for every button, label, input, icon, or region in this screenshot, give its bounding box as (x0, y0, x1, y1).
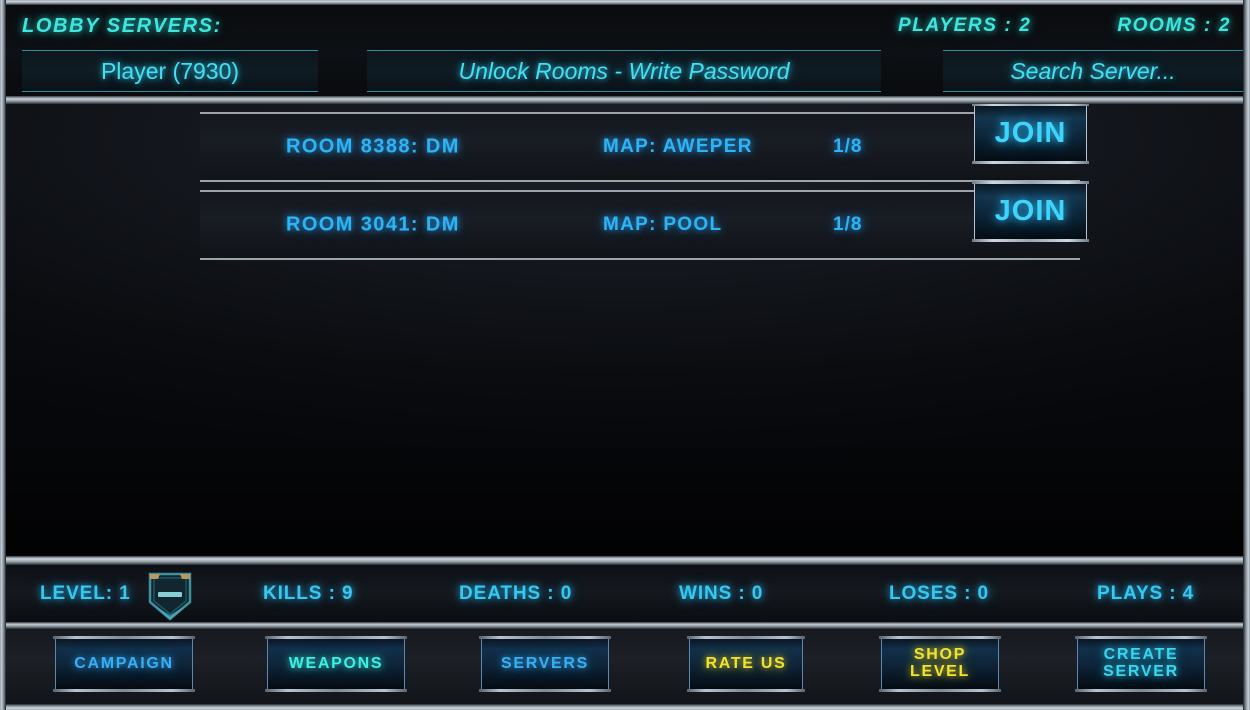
campaign-button-label: CAMPAIGN (74, 654, 174, 672)
header-divider (5, 96, 1243, 104)
server-list-panel: ROOM 8388: DM MAP: AWEPER 1/8 JOIN ROOM … (5, 104, 1243, 556)
join-button[interactable]: JOIN (972, 181, 1089, 242)
stat-level: LEVEL: 1 (40, 582, 131, 604)
frame-edge-right (1243, 0, 1250, 710)
room-name-label: ROOM 8388: DM (286, 135, 460, 158)
stat-loses: LOSES : 0 (889, 582, 989, 604)
create-server-button[interactable]: CREATE SERVER (1075, 636, 1207, 692)
player-name-value: Player (7930) (100, 57, 240, 84)
table-row[interactable]: ROOM 8388: DM MAP: AWEPER 1/8 JOIN (200, 104, 1089, 182)
campaign-button[interactable]: CAMPAIGN (53, 636, 195, 692)
stats-divider-top (5, 556, 1243, 565)
shop-level-button[interactable]: SHOP LEVEL (879, 636, 1001, 692)
stat-wins: WINS : 0 (679, 582, 764, 604)
search-placeholder: Search Server... (1010, 57, 1176, 84)
bottom-nav-bar: CAMPAIGN WEAPONS SERVERS RATE US SHOP LE… (5, 629, 1243, 704)
room-list: ROOM 8388: DM MAP: AWEPER 1/8 JOIN ROOM … (200, 104, 1089, 268)
stats-divider-bottom (5, 622, 1243, 629)
join-button[interactable]: JOIN (972, 104, 1089, 164)
stat-kills: KILLS : 9 (263, 582, 354, 604)
rooms-count-label: ROOMS : 2 (1117, 15, 1231, 36)
password-input[interactable]: Unlock Rooms - Write Password (367, 50, 881, 92)
game-lobby-screen: LOBBY SERVERS: PLAYERS : 2 ROOMS : 2 Pla… (0, 0, 1250, 710)
servers-button[interactable]: SERVERS (479, 636, 611, 692)
servers-button-label: SERVERS (500, 654, 590, 672)
search-server-input[interactable]: Search Server... (943, 50, 1243, 92)
page-title: LOBBY SERVERS: (22, 15, 222, 37)
stat-deaths: DEATHS : 0 (459, 582, 573, 604)
weapons-button-label: WEAPONS (288, 654, 384, 672)
room-slots-label: 1/8 (833, 136, 863, 157)
frame-edge-bottom (0, 704, 1250, 710)
table-row[interactable]: ROOM 3041: DM MAP: POOL 1/8 JOIN (200, 181, 1089, 260)
stat-plays: PLAYS : 4 (1097, 582, 1195, 604)
join-button-label: JOIN (994, 195, 1067, 227)
player-name-input[interactable]: Player (7930) (22, 50, 318, 92)
join-button-label: JOIN (994, 117, 1067, 149)
players-count-label: PLAYERS : 2 (898, 15, 1032, 36)
shop-level-button-label: SHOP LEVEL (909, 646, 971, 680)
room-map-label: MAP: POOL (603, 214, 723, 235)
room-slots-label: 1/8 (833, 214, 863, 235)
create-server-button-label: CREATE SERVER (1103, 646, 1179, 680)
rate-us-button-label: RATE US (705, 654, 787, 672)
room-map-label: MAP: AWEPER (603, 136, 753, 157)
weapons-button[interactable]: WEAPONS (265, 636, 407, 692)
shield-rank-icon (145, 570, 195, 622)
password-placeholder: Unlock Rooms - Write Password (458, 57, 790, 84)
lobby-header: LOBBY SERVERS: PLAYERS : 2 ROOMS : 2 Pla… (5, 5, 1243, 96)
rate-us-button[interactable]: RATE US (687, 636, 805, 692)
room-name-label: ROOM 3041: DM (286, 213, 460, 236)
